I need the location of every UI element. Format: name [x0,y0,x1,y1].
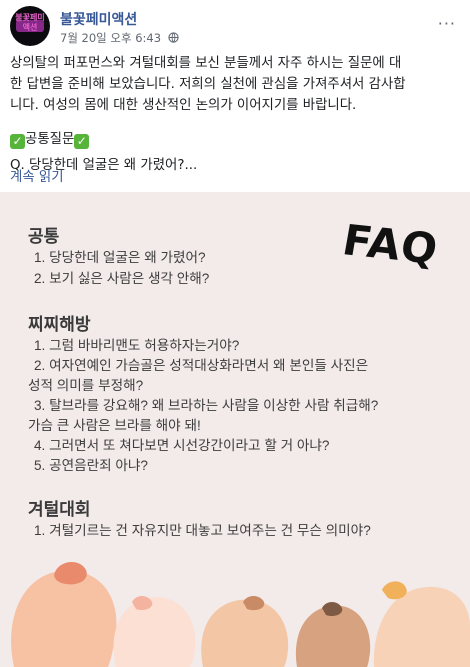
breast-shape [113,596,196,667]
faq-item: 성적 의미를 부정해? [28,378,144,393]
breast-shape [373,581,470,667]
post-body-line: 니다. 여성의 몸에 대한 생산적인 논의가 이어지기를 바랍니다. [10,98,357,113]
section-title: 겨털대회 [28,500,91,519]
read-more-link[interactable]: 계속 읽기 [10,165,64,185]
post-header: 불꽃페미액션 불꽃페미액션 7월 20일 오후 6:43 ··· [10,6,460,46]
faq-item: 2. 여자연예인 가슴골은 성적대상화라면서 왜 본인들 사진은 [34,358,369,373]
section-title: 찌찌해방 [28,315,91,334]
section-title: 공통 [28,227,60,246]
breast-shape [295,602,371,667]
faq-item: 1. 당당한데 얼굴은 왜 가렸어? [34,250,206,265]
check-icon: ✓ [10,134,25,149]
post-body-line: 한 답변을 준비해 보았습니다. 저희의 실천에 관심을 가져주셔서 감사합 [10,77,406,92]
check-icon: ✓ [74,134,90,149]
post-tag-label: 공통질문 [25,132,75,147]
avatar-logo-text: 불꽃페미액션 [15,13,45,32]
post-text: 상의탈의 퍼포먼스와 겨털대회를 보신 분들께서 자주 하시는 질문에 대 한 … [10,53,458,176]
breast-illustration [11,561,470,667]
breast-shape [201,596,289,667]
page-avatar[interactable]: 불꽃페미액션 [10,6,50,46]
faq-item: 1. 그럼 바바리맨도 허용하자는거야? [34,338,240,353]
more-options-icon[interactable]: ··· [438,14,456,33]
faq-badge: FAQ [338,215,443,274]
page-name-link[interactable]: 불꽃페미액션 [60,9,137,29]
breast-shape [11,561,117,667]
post-date[interactable]: 7월 20일 오후 6:43 [60,31,161,45]
faq-image[interactable]: FAQ 공통 1. 당당한데 얼굴은 왜 가렸어? 2. 보기 싫은 사람은 생… [0,192,470,667]
faq-item: 3. 탈브라를 강요해? 왜 브라하는 사람을 이상한 사람 취급해? [34,398,379,413]
post-meta: 7월 20일 오후 6:43 [60,30,179,46]
post-body-line: 상의탈의 퍼포먼스와 겨털대회를 보신 분들께서 자주 하시는 질문에 대 [10,56,402,71]
faq-item: 5. 공연음란죄 아냐? [34,458,148,473]
faq-item: 2. 보기 싫은 사람은 생각 안해? [34,271,210,286]
faq-item: 4. 그러면서 또 쳐다보면 시선강간이라고 할 거 아냐? [34,438,330,453]
globe-icon [168,31,179,46]
faq-item: 가슴 큰 사람은 브라를 해야 돼! [28,418,201,433]
post-question: Q. 당당한데 얼굴은 왜 가렸어?... [10,158,198,173]
post-tag: ✓ 공통질문 ✓ [10,129,458,150]
